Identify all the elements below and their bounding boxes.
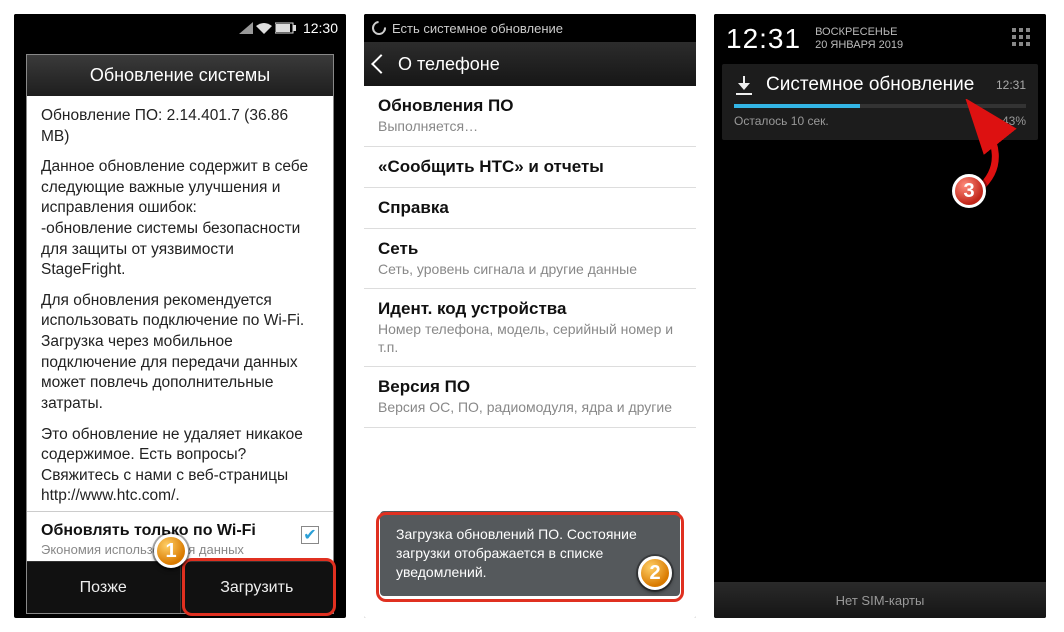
status-bar: Есть системное обновление [364,14,696,42]
phone-update-dialog: 12:30 Обновление системы Обновление ПО: … [14,14,346,618]
system-update-notification[interactable]: Системное обновление 12:31 Осталось 10 с… [722,64,1038,140]
item-device-id[interactable]: Идент. код устройства Номер телефона, мо… [364,289,696,367]
download-percent: 43% [1002,114,1026,128]
notification-area: Системное обновление 12:31 Осталось 10 с… [714,64,1046,140]
phone-notification-shade: 12:31 ВОСКРЕСЕНЬЕ 20 ЯНВАРЯ 2019 Системн… [714,14,1046,618]
wifi-only-checkbox[interactable]: ✔ [301,526,319,544]
sync-icon [369,18,389,38]
notif-time: 12:31 [996,78,1026,92]
shade-header: 12:31 ВОСКРЕСЕНЬЕ 20 ЯНВАРЯ 2019 [714,14,1046,64]
later-button[interactable]: Позже [27,561,181,613]
download-toast: Загрузка обновлений ПО. Состояние загруз… [380,511,680,596]
notif-title: Системное обновление [766,74,984,96]
annotation-badge-1: 1 [154,534,188,568]
item-sw-version[interactable]: Версия ПО Версия ОС, ПО, радиомодуля, яд… [364,367,696,428]
update-desc-2: Для обновления рекомендуется использоват… [41,291,319,415]
update-version: Обновление ПО: 2.14.401.7 (36.86 MB) [41,106,319,147]
phone-about-settings: Есть системное обновление О телефоне Обн… [364,14,696,618]
item-tell-htc[interactable]: «Сообщить HTC» и отчеты [364,147,696,188]
shade-clock: 12:31 [726,23,801,55]
dialog-title: Обновление системы [27,55,333,96]
download-button[interactable]: Загрузить [181,561,334,613]
download-icon [734,75,754,95]
progress-fill [734,104,860,108]
shade-date: ВОСКРЕСЕНЬЕ 20 ЯНВАРЯ 2019 [815,26,903,52]
annotation-badge-3: 3 [952,174,986,208]
item-software-updates[interactable]: Обновления ПО Выполняется… [364,86,696,147]
progress-bar [734,104,1026,108]
header-title: О телефоне [398,54,500,75]
status-text: Есть системное обновление [392,21,563,36]
back-icon[interactable] [371,54,391,74]
wifi-icon [256,22,272,34]
item-network[interactable]: Сеть Сеть, уровень сигнала и другие данн… [364,229,696,290]
dialog-body: Обновление ПО: 2.14.401.7 (36.86 MB) Дан… [27,96,333,511]
update-desc-1: Данное обновление содержит в себе следую… [41,157,319,281]
battery-icon [275,22,297,34]
item-help[interactable]: Справка [364,188,696,229]
status-time: 12:30 [303,20,338,36]
status-icons [239,22,297,34]
settings-header[interactable]: О телефоне [364,42,696,86]
quick-settings-icon[interactable] [1012,28,1034,50]
dialog-buttons: Позже Загрузить [27,561,333,613]
settings-list: Обновления ПО Выполняется… «Сообщить HTC… [364,86,696,618]
signal-icon [239,22,253,34]
annotation-badge-2: 2 [638,556,672,590]
time-remaining: Осталось 10 сек. [734,114,829,128]
no-sim-bar: Нет SIM-карты [714,582,1046,618]
update-desc-3: Это обновление не удаляет никакое содерж… [41,425,319,507]
status-bar: 12:30 [14,14,346,42]
system-update-dialog: Обновление системы Обновление ПО: 2.14.4… [26,54,334,614]
